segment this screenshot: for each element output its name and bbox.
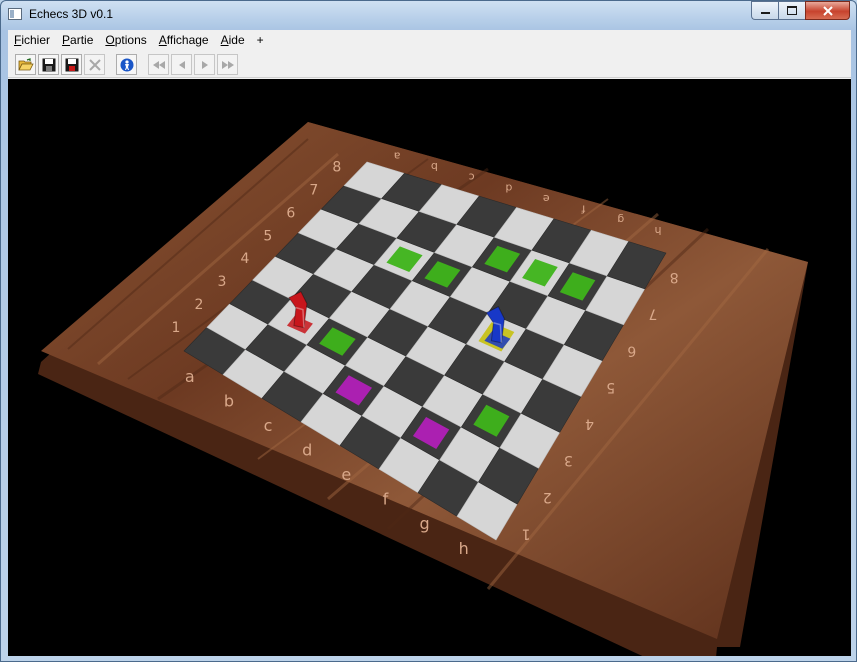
- close-x-icon: [88, 58, 101, 71]
- menu-aide[interactable]: Aide: [215, 30, 251, 50]
- step-back-icon: [178, 60, 185, 69]
- rank-label: 2: [195, 297, 204, 313]
- menu-fichier[interactable]: Fichier: [8, 30, 56, 50]
- rank-label: 5: [606, 379, 615, 395]
- save-disk-icon: [42, 58, 55, 71]
- last-move-button[interactable]: [217, 54, 238, 75]
- rank-label: 4: [240, 251, 249, 267]
- file-label: e: [543, 192, 550, 205]
- rewind-icon: [152, 60, 165, 69]
- caption-buttons: [751, 1, 850, 21]
- close-button[interactable]: [805, 1, 850, 20]
- toolbar: [8, 51, 851, 78]
- file-label: h: [459, 539, 469, 558]
- rank-label: 8: [332, 160, 341, 176]
- open-folder-icon: [17, 57, 34, 70]
- minimize-button[interactable]: [751, 1, 778, 20]
- rank-label: 3: [564, 452, 573, 468]
- file-label: g: [617, 213, 624, 226]
- rank-label: 4: [585, 416, 594, 432]
- menu-partie[interactable]: Partie: [56, 30, 99, 50]
- window-title: Echecs 3D v0.1: [29, 7, 114, 21]
- menu-affichage[interactable]: Affichage: [153, 30, 215, 50]
- file-label: c: [264, 416, 273, 435]
- player-info-button[interactable]: [116, 54, 137, 75]
- file-label: h: [654, 224, 661, 237]
- save-as-button[interactable]: [61, 54, 82, 75]
- file-label: a: [394, 149, 401, 162]
- first-move-button[interactable]: [148, 54, 169, 75]
- file-label: b: [431, 160, 438, 173]
- rank-label: 3: [217, 274, 226, 290]
- file-label: a: [185, 367, 195, 386]
- previous-move-button[interactable]: [171, 54, 192, 75]
- rank-label: 8: [670, 269, 679, 285]
- rank-label: 7: [649, 306, 658, 322]
- close-icon: [822, 5, 833, 16]
- menu-plus[interactable]: +: [251, 30, 270, 50]
- next-move-button[interactable]: [194, 54, 215, 75]
- step-forward-icon: [201, 60, 208, 69]
- menu-bar: Fichier Partie Options Affichage Aide +: [8, 30, 851, 50]
- rank-label: 6: [286, 205, 295, 221]
- rank-label: 6: [627, 342, 636, 358]
- app-window: Echecs 3D v0.1 Fichier Partie Options Af…: [0, 0, 857, 662]
- minimize-icon: [760, 12, 770, 14]
- rank-label: 2: [543, 489, 552, 505]
- file-label: e: [341, 465, 351, 484]
- file-label: g: [419, 514, 429, 533]
- file-label: f: [383, 490, 389, 509]
- file-label: d: [505, 181, 512, 194]
- file-label: b: [224, 391, 234, 410]
- save-button[interactable]: [38, 54, 59, 75]
- rank-label: 1: [522, 525, 531, 541]
- save-as-disk-icon: [65, 58, 78, 71]
- file-label: c: [469, 171, 475, 184]
- rank-label: 1: [172, 320, 181, 336]
- maximize-button[interactable]: [778, 1, 805, 20]
- client-area: Fichier Partie Options Affichage Aide +: [8, 30, 851, 656]
- board-scene[interactable]: 1122334455667788aabbccddeeffgghh: [8, 79, 851, 656]
- rank-label: 5: [263, 228, 272, 244]
- 3d-viewport[interactable]: 1122334455667788aabbccddeeffgghh: [8, 79, 851, 656]
- title-bar[interactable]: Echecs 3D v0.1: [1, 1, 856, 29]
- player-icon: [120, 58, 133, 71]
- file-label: d: [302, 441, 312, 460]
- fast-forward-icon: [221, 60, 234, 69]
- close-game-button[interactable]: [84, 54, 105, 75]
- open-button[interactable]: [15, 54, 36, 75]
- app-icon[interactable]: [8, 8, 22, 20]
- rank-label: 7: [309, 183, 318, 199]
- maximize-icon: [787, 6, 797, 15]
- menu-options[interactable]: Options: [99, 30, 152, 50]
